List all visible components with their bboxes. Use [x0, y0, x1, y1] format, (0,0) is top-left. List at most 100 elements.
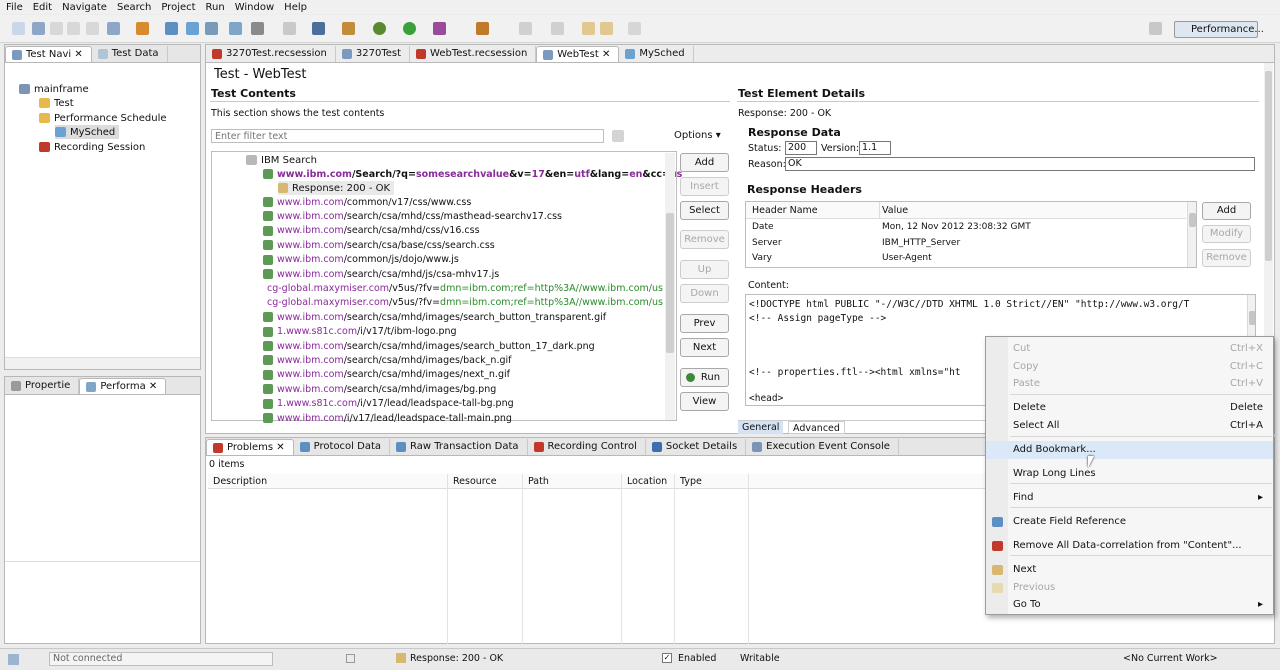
- context-menu-item[interactable]: Previous: [986, 579, 1273, 597]
- col-header-name[interactable]: Header Name: [752, 205, 818, 216]
- tab-test-data[interactable]: Test Data: [92, 46, 168, 62]
- request-row[interactable]: www.ibm.com/search/csa/base/css/search.c…: [263, 238, 663, 252]
- tab-recording-control[interactable]: Recording Control: [528, 439, 646, 455]
- context-menu-item[interactable]: Add Bookmark...: [986, 441, 1273, 459]
- tree-root[interactable]: mainframe: [19, 82, 89, 96]
- print-icon[interactable]: [67, 22, 80, 35]
- forward-icon[interactable]: [600, 22, 613, 35]
- request-row[interactable]: 1.www.s81c.com/i/v17/t/ibm-logo.png: [263, 325, 663, 339]
- menu-run[interactable]: Run: [206, 2, 225, 13]
- tab-webtest-recsession[interactable]: WebTest.recsession: [410, 46, 537, 62]
- up-button[interactable]: Up: [680, 260, 729, 279]
- headers-vscroll[interactable]: [1187, 202, 1196, 267]
- recorder-icon[interactable]: [165, 22, 178, 35]
- menu-project[interactable]: Project: [161, 2, 195, 13]
- tool-icon[interactable]: [342, 22, 355, 35]
- task-icon[interactable]: [476, 22, 489, 35]
- debug-icon[interactable]: [373, 22, 386, 35]
- context-menu-item[interactable]: Create Field Reference: [986, 513, 1273, 531]
- col-value[interactable]: Value: [882, 205, 908, 216]
- context-menu-item[interactable]: Go To ▸: [986, 596, 1273, 614]
- editor-vscroll-thumb[interactable]: [1265, 71, 1272, 261]
- request-row[interactable]: www.ibm.com/common/v17/css/www.css: [263, 195, 663, 209]
- menu-window[interactable]: Window: [235, 2, 274, 13]
- tab-problems[interactable]: Problems ✕: [206, 439, 294, 455]
- version-input[interactable]: 1.1: [859, 141, 891, 155]
- next-button[interactable]: Next: [680, 338, 729, 357]
- tab-socket-details[interactable]: Socket Details: [646, 439, 747, 455]
- perspective-button[interactable]: Performance...: [1174, 21, 1264, 38]
- response-node[interactable]: Response: 200 - OK: [278, 181, 395, 195]
- page-node[interactable]: IBM Search: [246, 153, 317, 167]
- status-input[interactable]: 200: [785, 141, 817, 155]
- context-menu-item[interactable]: Select All Ctrl+A: [986, 417, 1273, 435]
- tab-advanced[interactable]: Advanced: [788, 421, 845, 434]
- context-menu-item[interactable]: Wrap Long Lines: [986, 465, 1273, 483]
- col-path[interactable]: Path: [528, 476, 549, 487]
- tab-performance[interactable]: Performa ✕: [79, 378, 167, 394]
- prev-button[interactable]: Prev: [680, 314, 729, 333]
- navigator-hscroll[interactable]: [5, 357, 200, 369]
- col-location[interactable]: Location: [627, 476, 667, 487]
- tab-3270test-recsession[interactable]: 3270Test.recsession: [206, 46, 336, 62]
- tab-test-navigator[interactable]: Test Navi ✕: [5, 46, 92, 62]
- menu-navigate[interactable]: Navigate: [62, 2, 107, 13]
- down-button[interactable]: Down: [680, 284, 729, 303]
- run-icon[interactable]: [403, 22, 416, 35]
- tab-raw-transaction[interactable]: Raw Transaction Data: [390, 439, 528, 455]
- menu-search[interactable]: Search: [117, 2, 151, 13]
- add-button[interactable]: Add: [680, 153, 729, 172]
- select-button[interactable]: Select: [680, 201, 729, 220]
- content-vscroll-thumb[interactable]: [1249, 311, 1255, 325]
- new-icon[interactable]: [12, 22, 25, 35]
- header-row-name[interactable]: Date: [752, 222, 774, 232]
- save-all-icon[interactable]: [50, 22, 63, 35]
- header-modify-button[interactable]: Modify: [1202, 225, 1251, 243]
- tab-mysched[interactable]: MySched: [619, 46, 694, 62]
- tree-vscroll[interactable]: [665, 153, 675, 420]
- request-row[interactable]: www.ibm.com/search/csa/mhd/js/csa-mhv17.…: [263, 267, 663, 281]
- tree-item-performance-schedule[interactable]: Performance Schedule: [39, 111, 167, 125]
- run-button[interactable]: Run: [680, 368, 729, 387]
- request-row-primary[interactable]: www.ibm.com/Search/?q= somesearchvalue &v=…: [263, 167, 682, 181]
- new-test-icon[interactable]: [136, 22, 149, 35]
- next-annotation-icon[interactable]: [519, 22, 532, 35]
- menu-file[interactable]: File: [6, 2, 23, 13]
- remove-button[interactable]: Remove: [680, 230, 729, 249]
- external-tools-icon[interactable]: [433, 22, 446, 35]
- menu-edit[interactable]: Edit: [33, 2, 52, 13]
- tab-3270test[interactable]: 3270Test: [336, 46, 411, 62]
- filter-input[interactable]: [211, 129, 604, 143]
- generate-icon[interactable]: [205, 22, 218, 35]
- nav-icon[interactable]: [628, 22, 641, 35]
- request-row[interactable]: www.ibm.com/search/csa/mhd/images/search…: [263, 310, 663, 324]
- enabled-checkbox[interactable]: ✓: [662, 653, 672, 663]
- settings-icon[interactable]: [251, 22, 264, 35]
- tree-item-recording-session[interactable]: Recording Session: [39, 140, 145, 154]
- request-row[interactable]: www.ibm.com/search/csa/mhd/css/masthead-…: [263, 209, 663, 223]
- tab-general[interactable]: General: [738, 421, 784, 434]
- tab-execution-console[interactable]: Execution Event Console: [746, 439, 899, 455]
- view-button[interactable]: View: [680, 392, 729, 411]
- context-menu-item[interactable]: Next: [986, 561, 1273, 579]
- request-row[interactable]: www.ibm.com/i/v17/lead/leadspace-tall-ma…: [263, 411, 663, 425]
- context-menu-item[interactable]: Find ▸: [986, 489, 1273, 507]
- request-row[interactable]: www.ibm.com/search/csa/mhd/images/bg.png: [263, 382, 663, 396]
- tab-protocol-data[interactable]: Protocol Data: [294, 439, 391, 455]
- request-row[interactable]: www.ibm.com/search/csa/mhd/images/next_n…: [263, 368, 663, 382]
- open-type-icon[interactable]: [107, 22, 120, 35]
- properties-icon[interactable]: [86, 22, 99, 35]
- location-icon[interactable]: [229, 22, 242, 35]
- header-row-name[interactable]: Server: [752, 238, 782, 248]
- request-row[interactable]: cg-global.maxymiser.com/v5us/?fv= dmn=ibm…: [263, 281, 663, 295]
- menu-help[interactable]: Help: [284, 2, 307, 13]
- monitor-icon[interactable]: [312, 22, 325, 35]
- col-description[interactable]: Description: [213, 476, 267, 487]
- tab-properties[interactable]: Propertie: [5, 378, 80, 394]
- connection-icon[interactable]: [8, 654, 19, 665]
- request-row[interactable]: www.ibm.com/common/js/dojo/www.js: [263, 253, 663, 267]
- back-icon[interactable]: [582, 22, 595, 35]
- header-row-value[interactable]: IBM_HTTP_Server: [882, 238, 960, 248]
- context-menu-item[interactable]: Cut Ctrl+X: [986, 340, 1273, 358]
- col-resource[interactable]: Resource: [453, 476, 497, 487]
